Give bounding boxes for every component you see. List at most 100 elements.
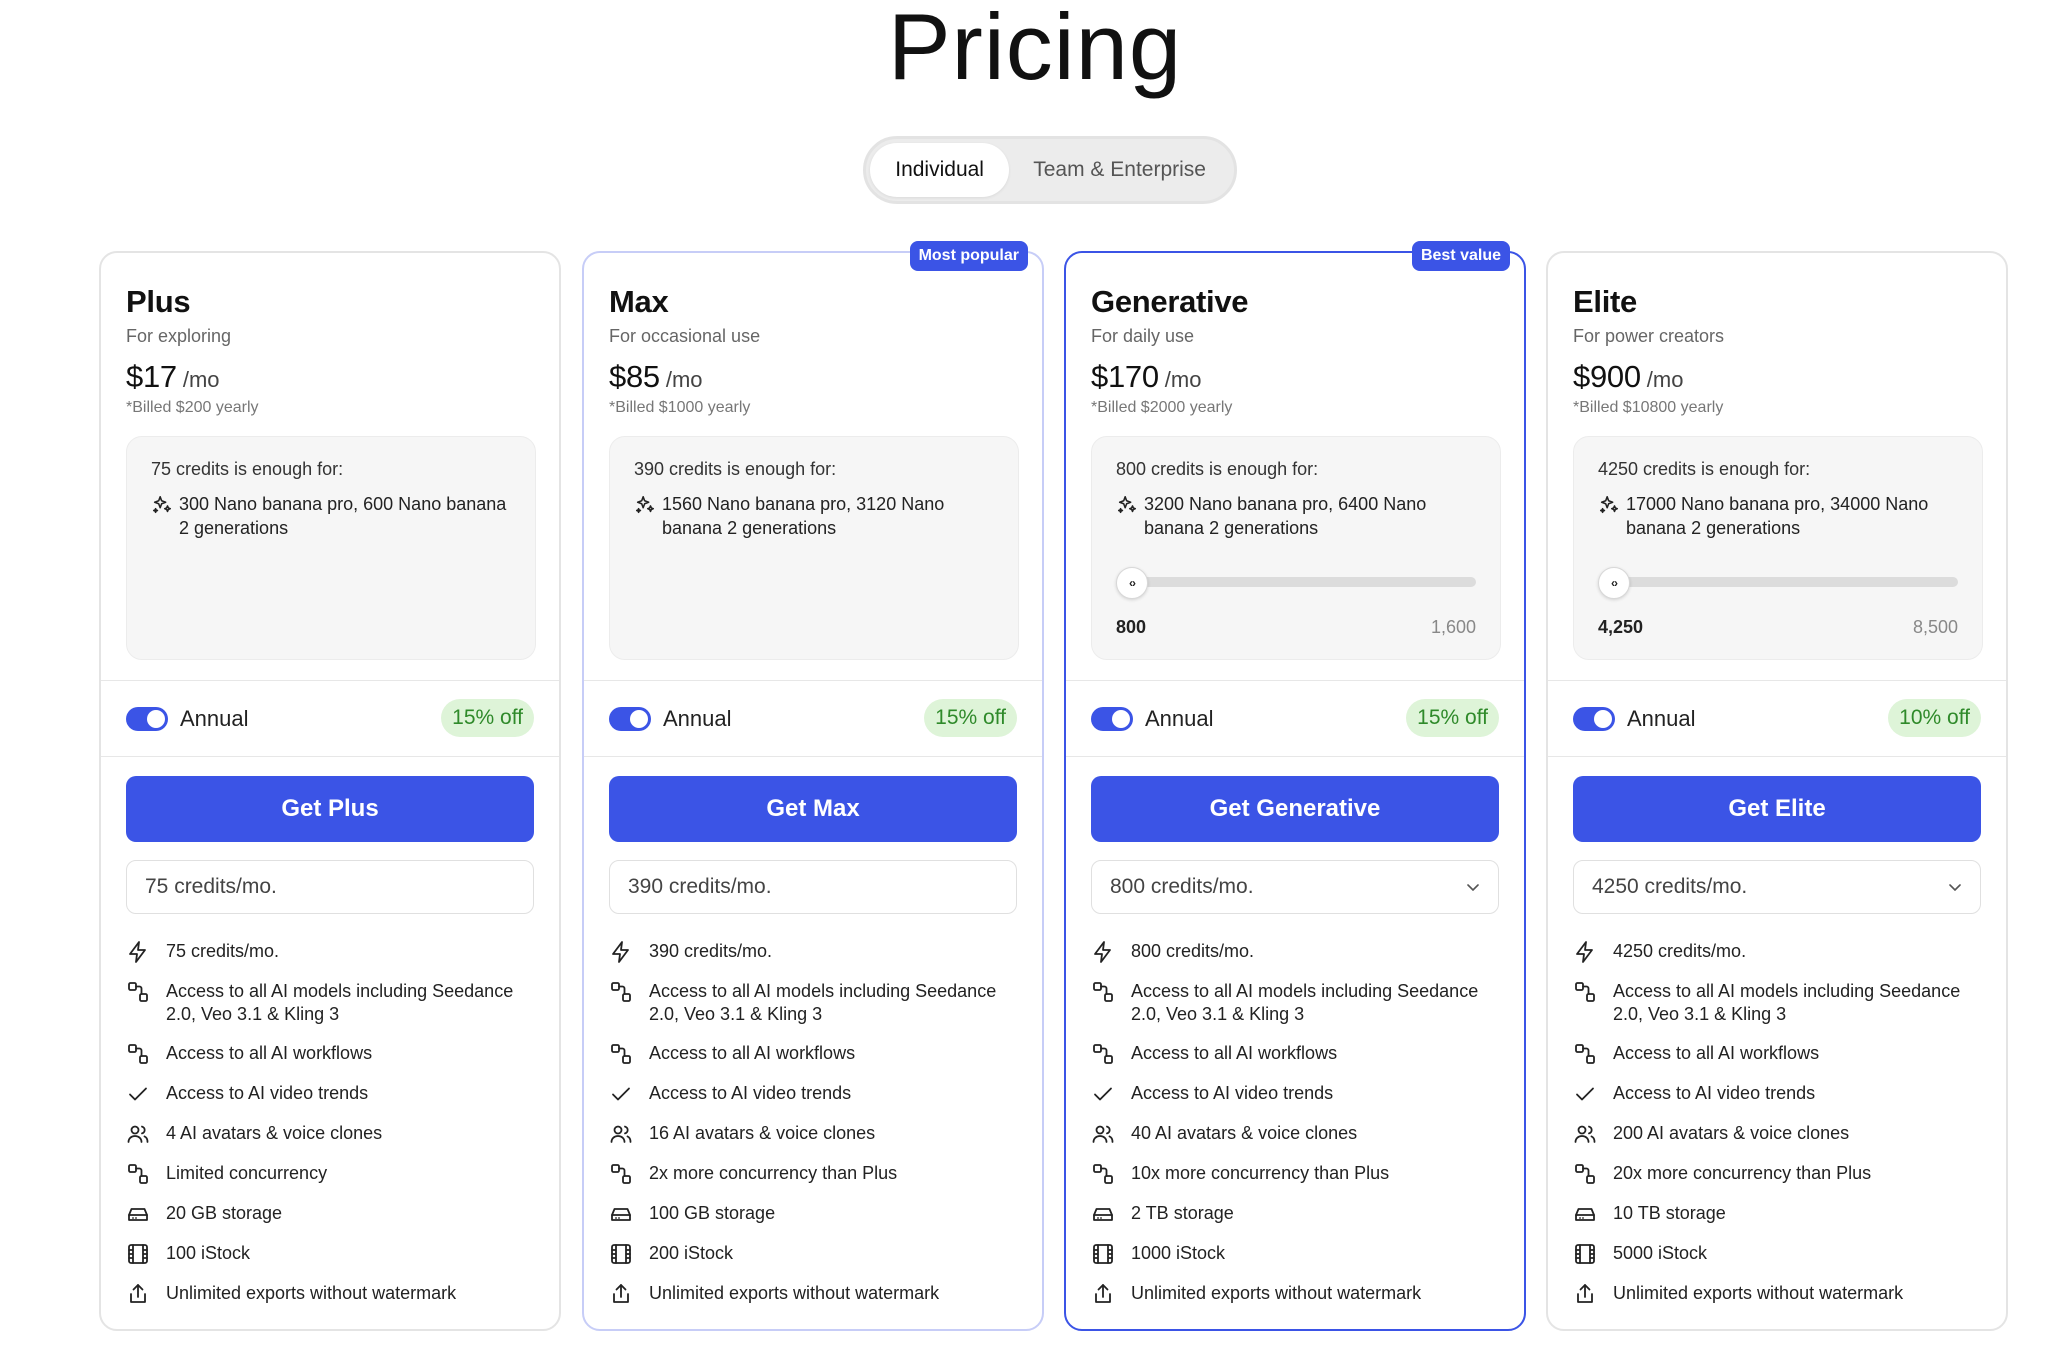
export-icon <box>126 1282 150 1306</box>
plan-card-plus: Plus For exploring $17 /mo *Billed $200 … <box>99 251 561 1331</box>
feature-item: 100 GB storage <box>609 1202 1017 1226</box>
sparkle-icon <box>1598 494 1626 540</box>
billed-note: *Billed $10800 yearly <box>1573 399 1724 416</box>
slider-min: 4,250 <box>1598 617 1644 637</box>
check-icon <box>126 1082 150 1106</box>
credits-box: 75 credits is enough for: 300 Nano banan… <box>126 436 536 660</box>
feature-item: 2 TB storage <box>1091 1202 1499 1226</box>
billed-note: *Billed $1000 yearly <box>609 399 751 416</box>
get-max-button[interactable]: Get Max <box>609 776 1017 842</box>
feature-text: 10x more concurrency than Plus <box>1131 1163 1390 1183</box>
feature-item: Limited concurrency <box>126 1162 534 1186</box>
get-generative-button[interactable]: Get Generative <box>1091 776 1499 842</box>
workflow-icon <box>609 980 633 1004</box>
credits-select-value: 75 credits/mo. <box>145 875 277 898</box>
feature-item: 10x more concurrency than Plus <box>1091 1162 1499 1186</box>
get-elite-button[interactable]: Get Elite <box>1573 776 1981 842</box>
export-icon <box>609 1282 633 1306</box>
feature-item: Access to AI video trends <box>609 1082 1017 1106</box>
credits-select[interactable]: 390 credits/mo. <box>609 860 1017 914</box>
check-icon <box>609 1082 633 1106</box>
tab-individual[interactable]: Individual <box>870 143 1010 197</box>
workflow-icon <box>1091 1162 1115 1186</box>
feature-text: 4250 credits/mo. <box>1613 941 1747 961</box>
feature-text: Access to all AI models including Seedan… <box>166 981 514 1024</box>
sparkle-icon <box>634 494 662 540</box>
credits-select-value: 800 credits/mo. <box>1110 875 1254 898</box>
feature-text: Unlimited exports without watermark <box>166 1283 457 1303</box>
workflow-icon <box>609 1042 633 1066</box>
credits-usage: 17000 Nano banana pro, 34000 Nano banana… <box>1626 494 1929 538</box>
get-plus-button[interactable]: Get Plus <box>126 776 534 842</box>
feature-item: Access to AI video trends <box>1091 1082 1499 1106</box>
slider-track[interactable] <box>1618 577 1958 587</box>
feature-item: Access to all AI models including Seedan… <box>1573 980 1981 1026</box>
credits-select[interactable]: 75 credits/mo. <box>126 860 534 914</box>
pricing-cards: Plus For exploring $17 /mo *Billed $200 … <box>99 241 2008 1331</box>
annual-toggle[interactable] <box>609 706 651 731</box>
feature-text: Unlimited exports without watermark <box>1613 1283 1904 1303</box>
plan-type-switch: Individual Team & Enterprise <box>863 136 1237 204</box>
divider <box>1548 756 2006 757</box>
plan-name: Generative <box>1091 284 1249 319</box>
slider-handle[interactable]: ‹› <box>1116 567 1148 599</box>
annual-toggle[interactable] <box>1573 706 1615 731</box>
credits-usage: 3200 Nano banana pro, 6400 Nano banana 2… <box>1144 494 1427 538</box>
feature-item: 40 AI avatars & voice clones <box>1091 1122 1499 1146</box>
feature-item: Access to all AI workflows <box>609 1042 1017 1066</box>
discount-badge: 10% off <box>1888 699 1981 737</box>
feature-item: 20x more concurrency than Plus <box>1573 1162 1981 1186</box>
feature-item: 200 AI avatars & voice clones <box>1573 1122 1981 1146</box>
feature-text: Access to all AI workflows <box>649 1043 856 1063</box>
annual-toggle[interactable] <box>126 706 168 731</box>
feature-item: 10 TB storage <box>1573 1202 1981 1226</box>
discount-badge: 15% off <box>1406 699 1499 737</box>
feature-text: 20x more concurrency than Plus <box>1613 1163 1872 1183</box>
billed-note: *Billed $2000 yearly <box>1091 399 1233 416</box>
slider-handle[interactable]: ‹› <box>1598 567 1630 599</box>
discount-badge: 15% off <box>441 699 534 737</box>
feature-item: 800 credits/mo. <box>1091 940 1499 964</box>
credits-slider[interactable]: ‹› <box>1116 567 1476 599</box>
feature-text: 100 iStock <box>166 1243 251 1263</box>
slider-track[interactable] <box>1136 577 1476 587</box>
plan-card-elite: Elite For power creators $900 /mo *Bille… <box>1546 251 2008 1331</box>
feature-text: Access to all AI workflows <box>1131 1043 1338 1063</box>
annual-toggle[interactable] <box>1091 706 1133 731</box>
slider-max: 1,600 <box>1430 617 1476 637</box>
bolt-icon <box>609 940 633 964</box>
workflow-icon <box>126 1162 150 1186</box>
annual-label: Annual <box>1627 705 1696 731</box>
feature-text: Access to all AI models including Seedan… <box>1613 981 1961 1024</box>
feature-item: 1000 iStock <box>1091 1242 1499 1266</box>
credits-dropdown[interactable]: 800 credits/mo. <box>1091 860 1499 914</box>
feature-item: 4250 credits/mo. <box>1573 940 1981 964</box>
feature-item: Access to all AI workflows <box>1091 1042 1499 1066</box>
workflow-icon <box>1573 980 1597 1004</box>
bolt-icon <box>1573 940 1597 964</box>
credits-title: 390 credits is enough for: <box>634 459 837 479</box>
feature-text: Access to AI video trends <box>166 1083 369 1103</box>
feature-text: 200 iStock <box>649 1243 734 1263</box>
tab-team-enterprise[interactable]: Team & Enterprise <box>1009 143 1230 197</box>
feature-text: Unlimited exports without watermark <box>1131 1283 1422 1303</box>
storage-icon <box>126 1202 150 1226</box>
plan-price: $900 <box>1573 359 1641 394</box>
feature-text: 75 credits/mo. <box>166 941 280 961</box>
credits-dropdown[interactable]: 4250 credits/mo. <box>1573 860 1981 914</box>
credits-slider[interactable]: ‹› <box>1598 567 1958 599</box>
workflow-icon <box>609 1162 633 1186</box>
plan-subtitle: For daily use <box>1091 326 1195 346</box>
feature-text: 800 credits/mo. <box>1131 941 1255 961</box>
credits-select-value: 4250 credits/mo. <box>1592 875 1748 898</box>
page-title: Pricing <box>887 0 1183 99</box>
annual-label: Annual <box>1145 705 1214 731</box>
workflow-icon <box>1091 980 1115 1004</box>
export-icon <box>1091 1282 1115 1306</box>
users-icon <box>1573 1122 1597 1146</box>
feature-list: 800 credits/mo. Access to all AI models i… <box>1091 940 1499 1306</box>
feature-text: Limited concurrency <box>166 1163 328 1183</box>
credits-box: 800 credits is enough for: 3200 Nano ban… <box>1091 436 1501 660</box>
feature-item: Access to all AI models including Seedan… <box>609 980 1017 1026</box>
feature-item: Access to AI video trends <box>1573 1082 1981 1106</box>
